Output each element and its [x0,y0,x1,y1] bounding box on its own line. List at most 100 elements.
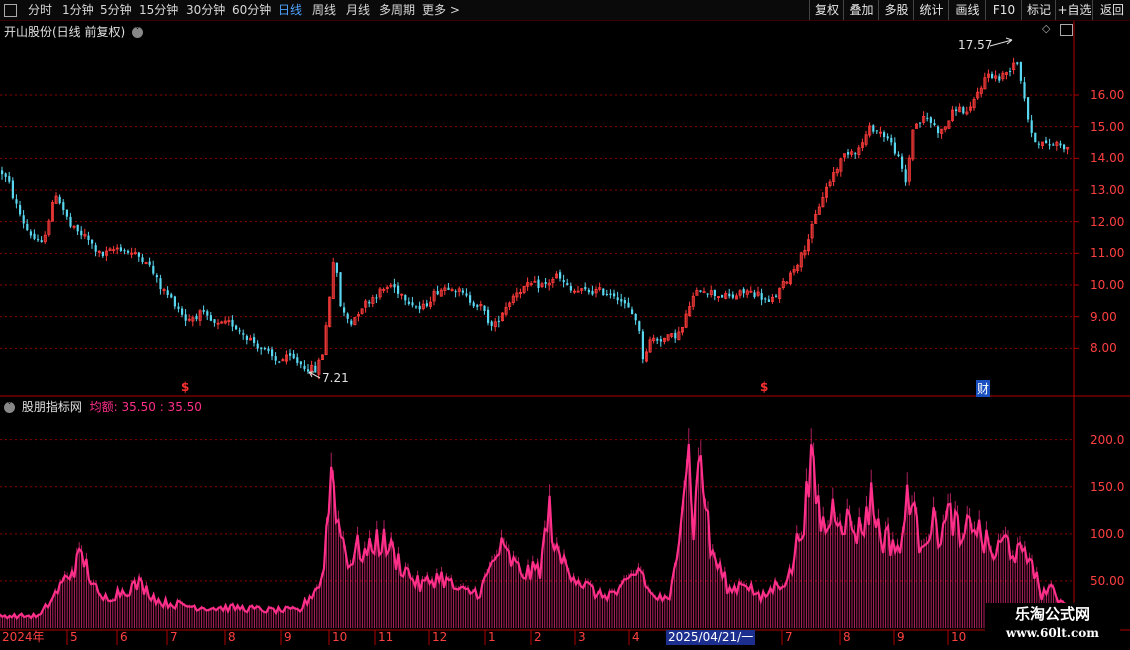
candle-body[interactable] [206,311,209,316]
candle-body[interactable] [955,109,958,111]
candle-body[interactable] [721,295,724,298]
candle-body[interactable] [15,199,18,204]
candle-body[interactable] [242,333,245,335]
candle-body[interactable] [605,293,608,295]
candle-body[interactable] [929,117,932,123]
candle-body[interactable] [656,338,659,341]
candle-body[interactable] [91,239,94,244]
candle-body[interactable] [1063,144,1066,150]
candle-body[interactable] [919,122,922,124]
candle-body[interactable] [764,298,767,300]
period-tab[interactable]: 30分钟 [186,0,225,20]
candle-body[interactable] [11,180,14,199]
candle-body[interactable] [19,205,22,215]
candle-body[interactable] [537,279,540,288]
candle-body[interactable] [173,296,176,307]
candle-body[interactable] [602,288,605,296]
candle-body[interactable] [397,285,400,294]
period-tab[interactable]: 1分钟 [62,0,94,20]
candle-body[interactable] [872,125,875,132]
candle-body[interactable] [127,250,130,253]
candle-body[interactable] [454,291,457,293]
candle-body[interactable] [634,313,637,321]
candle-body[interactable] [65,209,68,217]
candle-body[interactable] [8,176,11,182]
panel-toggle-icon[interactable] [1060,24,1073,36]
candle-body[interactable] [87,235,90,240]
candle-body[interactable] [307,369,310,372]
period-tab[interactable]: 更多 > [422,0,460,20]
candle-body[interactable] [26,223,29,231]
toolbar-button[interactable]: 返回 [1092,0,1130,20]
indicator-name[interactable]: 股朋指标网 [22,400,82,414]
candle-body[interactable] [706,293,709,295]
candle-body[interactable] [875,130,878,132]
candle-body[interactable] [411,302,414,306]
candle-body[interactable] [890,137,893,143]
candle-body[interactable] [137,252,140,257]
candle-body[interactable] [271,349,274,357]
candle-body[interactable] [461,290,464,293]
candle-body[interactable] [623,300,626,304]
candle-body[interactable] [101,251,104,257]
candle-body[interactable] [991,73,994,79]
candle-body[interactable] [472,302,475,307]
candle-body[interactable] [591,290,594,295]
period-tab[interactable]: 日线 [278,0,302,20]
candle-body[interactable] [69,216,72,227]
candle-body[interactable] [267,348,270,352]
candle-body[interactable] [775,295,778,297]
candle-body[interactable] [119,247,122,251]
candle-body[interactable] [235,325,238,330]
candle-body[interactable] [159,278,162,290]
candle-body[interactable] [897,154,900,157]
candle-body[interactable] [465,293,468,296]
candle-body[interactable] [202,309,205,312]
candle-body[interactable] [1009,70,1012,72]
candle-body[interactable] [123,250,126,252]
chevron-down-icon[interactable]: ˅ [4,402,15,413]
candle-body[interactable] [566,283,569,286]
toolbar-button[interactable]: 标记 [1021,0,1056,20]
candle-body[interactable] [847,152,850,155]
candle-body[interactable] [1027,97,1030,120]
window-menu-icon[interactable] [4,4,17,17]
candle-body[interactable] [702,291,706,294]
candle-body[interactable] [674,332,677,339]
candle-body[interactable] [487,309,490,324]
candle-body[interactable] [544,282,547,284]
candle-body[interactable] [587,289,590,293]
candle-body[interactable] [245,335,248,340]
candle-body[interactable] [76,224,79,232]
toolbar-button[interactable]: 画线 [948,0,986,20]
candle-body[interactable] [559,272,562,279]
candle-body[interactable] [616,297,619,301]
candle-body[interactable] [1023,82,1026,99]
candle-body[interactable] [256,343,259,349]
candle-body[interactable] [37,239,40,241]
candle-body[interactable] [1045,140,1048,144]
candle-body[interactable] [613,293,616,297]
candle-body[interactable] [436,291,439,295]
candle-body[interactable] [62,202,65,211]
candle-body[interactable] [263,347,266,350]
candle-body[interactable] [350,320,353,325]
candle-body[interactable] [998,76,1001,81]
candle-body[interactable] [339,272,342,307]
dividend-marker[interactable]: $ [181,380,189,394]
candle-body[interactable] [562,280,565,283]
candle-body[interactable] [152,265,155,274]
candle-body[interactable] [260,347,263,350]
candle-body[interactable] [425,303,428,307]
candle-body[interactable] [170,294,173,298]
period-tab[interactable]: 周线 [312,0,336,20]
candle-body[interactable] [767,299,770,302]
candle-body[interactable] [893,142,896,154]
candle-body[interactable] [699,290,702,292]
candle-body[interactable] [728,293,731,297]
candle-body[interactable] [177,306,180,309]
chevron-down-icon[interactable]: ˅ [132,27,144,38]
candle-body[interactable] [886,136,889,139]
candle-body[interactable] [195,315,198,320]
candle-body[interactable] [393,284,396,288]
